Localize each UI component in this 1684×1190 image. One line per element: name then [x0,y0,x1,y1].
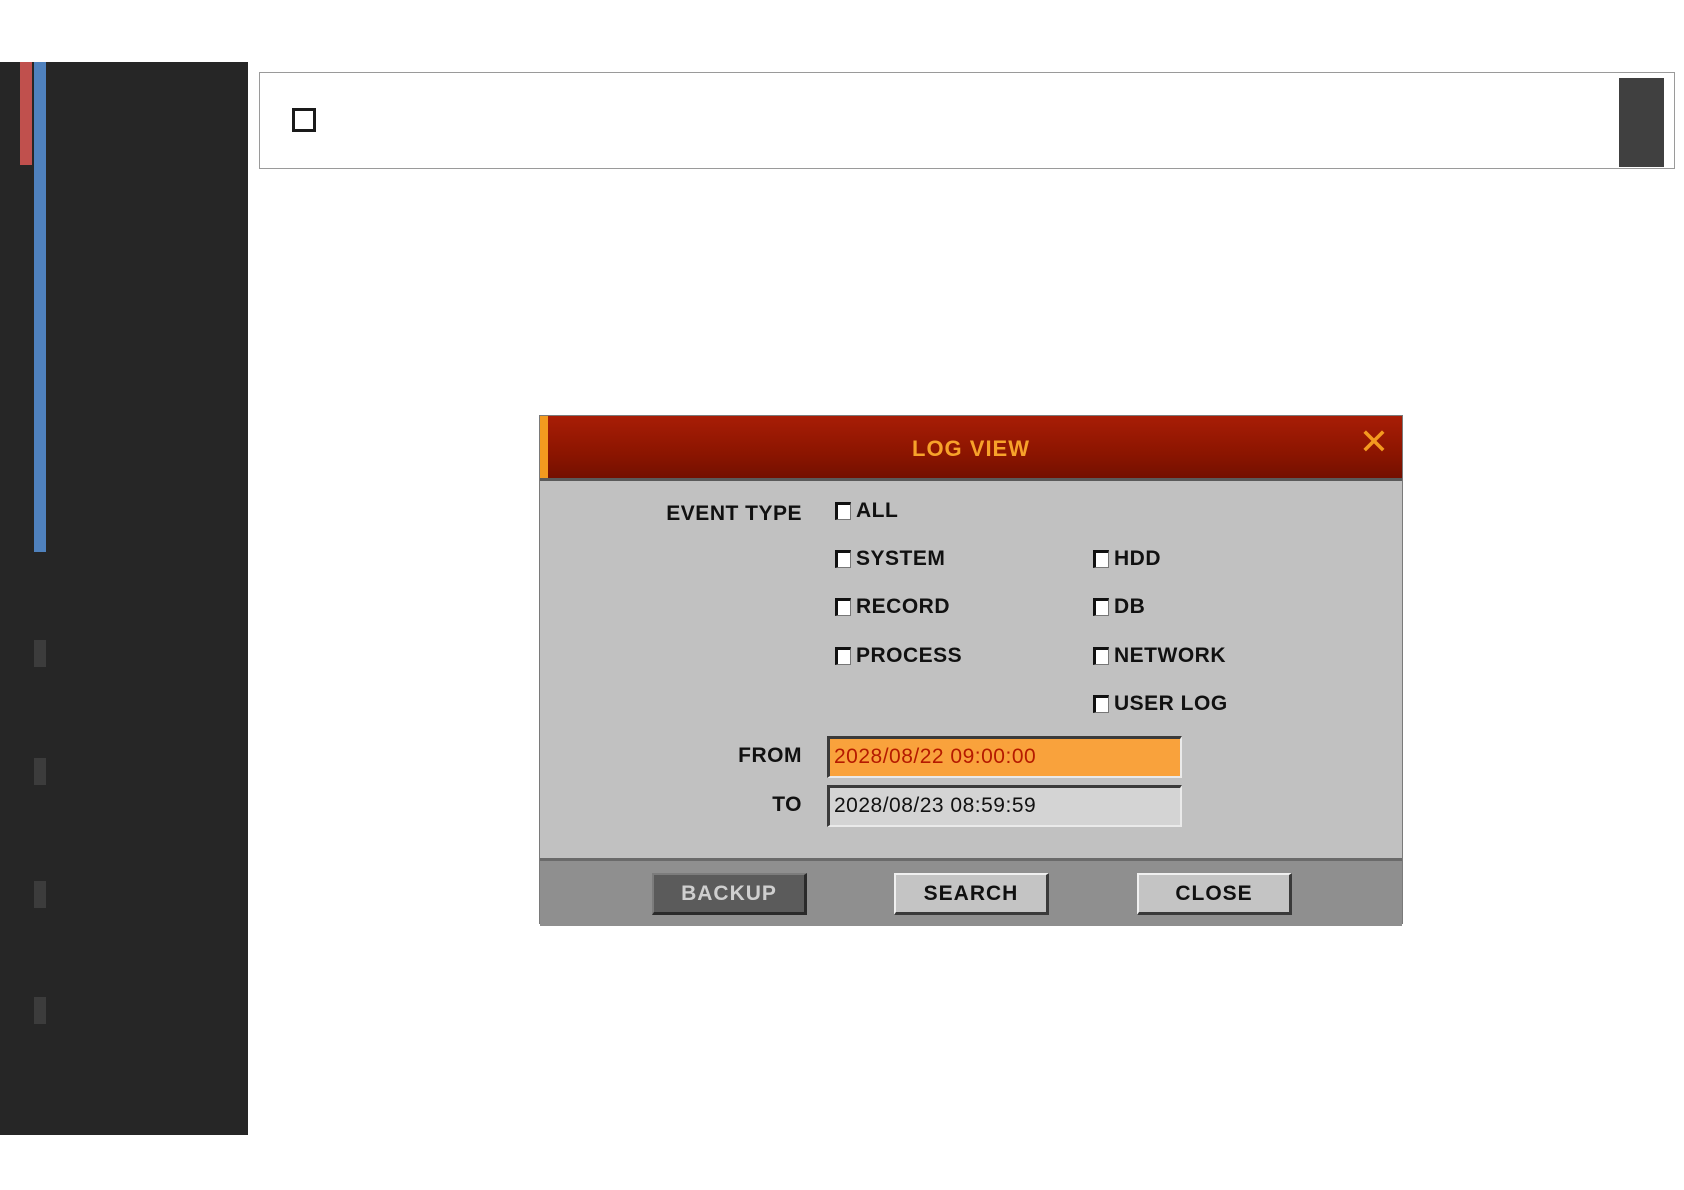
dialog-title: LOG VIEW [912,436,1030,461]
search-button[interactable]: SEARCH [894,873,1049,915]
checkbox-label: PROCESS [856,644,963,667]
to-datetime-field[interactable]: 2028/08/23 08:59:59 [827,785,1182,827]
backup-button[interactable]: BACKUP [652,873,807,915]
checkbox-box[interactable] [1093,695,1109,713]
checkbox-label: ALL [856,499,899,522]
checkbox-db[interactable]: DB [1093,594,1145,620]
checkbox-label: DB [1114,595,1146,618]
sidebar-tick [34,997,46,1024]
from-datetime-field[interactable]: 2028/08/22 09:00:00 [827,736,1182,778]
checkbox-label: USER LOG [1114,692,1228,715]
dialog-button-bar: BACKUP SEARCH CLOSE [540,858,1402,926]
checkbox-box[interactable] [835,598,851,616]
checkbox-box[interactable] [835,550,851,568]
checkbox-network[interactable]: NETWORK [1093,643,1226,669]
header-handle[interactable] [1619,78,1664,167]
checkbox-label: RECORD [856,595,951,618]
sidebar-tick [34,881,46,908]
dialog-titlebar: LOG VIEW ✕ [540,416,1402,481]
checkbox-process[interactable]: PROCESS [835,643,962,669]
checkbox-label: HDD [1114,547,1161,570]
from-label: FROM [738,744,802,767]
sidebar-tick [34,758,46,785]
close-icon[interactable]: ✕ [1358,425,1390,461]
checkbox-record[interactable]: RECORD [835,594,950,620]
checkbox-box[interactable] [1093,550,1109,568]
header-checkbox[interactable] [292,108,316,132]
checkbox-box[interactable] [835,502,851,520]
checkbox-box[interactable] [1093,598,1109,616]
sidebar-blue-bar [34,62,46,552]
checkbox-system[interactable]: SYSTEM [835,546,945,572]
sidebar-tick [34,640,46,667]
checkbox-user-log[interactable]: USER LOG [1093,691,1228,717]
sidebar-red-bar [20,62,32,165]
checkbox-all[interactable]: ALL [835,498,898,524]
checkbox-box[interactable] [835,647,851,665]
close-button[interactable]: CLOSE [1137,873,1292,915]
checkbox-box[interactable] [1093,647,1109,665]
sidebar-panel [0,62,248,1135]
checkbox-label: SYSTEM [856,547,946,570]
checkbox-label: NETWORK [1114,644,1226,667]
to-label: TO [772,793,802,816]
log-view-dialog: LOG VIEW ✕ EVENT TYPE ALL SYSTEM HDD REC… [540,416,1402,926]
event-type-label: EVENT TYPE [666,502,802,525]
header-strip [259,72,1675,169]
checkbox-hdd[interactable]: HDD [1093,546,1161,572]
